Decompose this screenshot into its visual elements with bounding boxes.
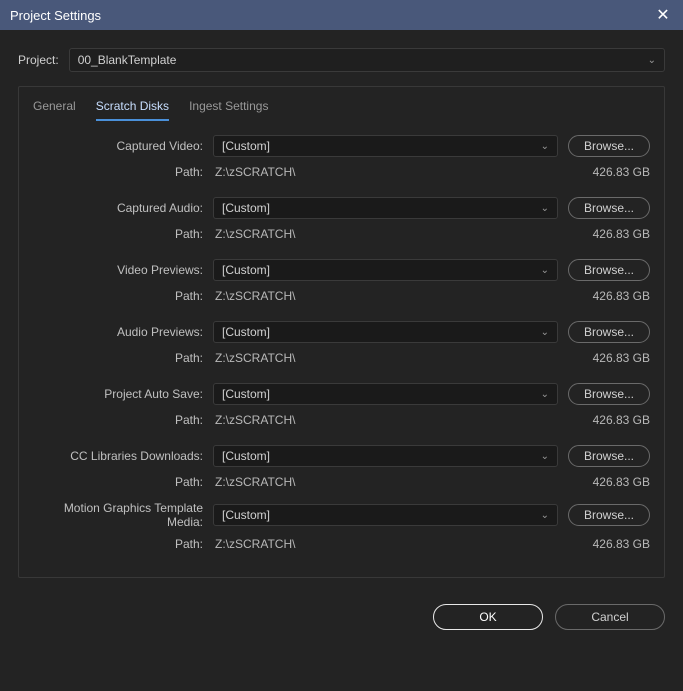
section-video-previews: Video Previews: [Custom] ⌄ Browse... Pat…: [33, 259, 650, 303]
section-cc-libraries: CC Libraries Downloads: [Custom] ⌄ Brows…: [33, 445, 650, 489]
audio-previews-value: [Custom]: [222, 325, 270, 339]
tab-scratch-disks[interactable]: Scratch Disks: [96, 95, 169, 121]
mogrt-value: [Custom]: [222, 508, 270, 522]
window-title: Project Settings: [10, 8, 101, 23]
captured-audio-label: Captured Audio:: [33, 201, 213, 215]
section-captured-video: Captured Video: [Custom] ⌄ Browse... Pat…: [33, 135, 650, 179]
footer: OK Cancel: [0, 590, 683, 644]
audio-previews-dropdown[interactable]: [Custom] ⌄: [213, 321, 558, 343]
audio-previews-path: Z:\zSCRATCH\: [213, 351, 558, 365]
auto-save-storage: 426.83 GB: [558, 413, 650, 427]
cc-libraries-storage: 426.83 GB: [558, 475, 650, 489]
mogrt-browse-button[interactable]: Browse...: [568, 504, 650, 526]
project-value: 00_BlankTemplate: [78, 53, 177, 67]
path-label: Path:: [33, 413, 213, 427]
path-label: Path:: [33, 289, 213, 303]
section-audio-previews: Audio Previews: [Custom] ⌄ Browse... Pat…: [33, 321, 650, 365]
captured-audio-path: Z:\zSCRATCH\: [213, 227, 558, 241]
section-mogrt: Motion Graphics Template Media: [Custom]…: [33, 501, 650, 551]
chevron-down-icon: ⌄: [541, 141, 549, 152]
project-row: Project: 00_BlankTemplate ⌄: [18, 48, 665, 72]
audio-previews-storage: 426.83 GB: [558, 351, 650, 365]
titlebar: Project Settings ✕: [0, 0, 683, 30]
audio-previews-label: Audio Previews:: [33, 325, 213, 339]
ok-button[interactable]: OK: [433, 604, 543, 630]
chevron-down-icon: ⌄: [541, 451, 549, 462]
captured-video-storage: 426.83 GB: [558, 165, 650, 179]
captured-video-dropdown[interactable]: [Custom] ⌄: [213, 135, 558, 157]
tab-ingest-settings[interactable]: Ingest Settings: [189, 95, 268, 121]
mogrt-dropdown[interactable]: [Custom] ⌄: [213, 504, 558, 526]
captured-video-label: Captured Video:: [33, 139, 213, 153]
content-area: Project: 00_BlankTemplate ⌄ General Scra…: [0, 30, 683, 590]
captured-audio-browse-button[interactable]: Browse...: [568, 197, 650, 219]
video-previews-dropdown[interactable]: [Custom] ⌄: [213, 259, 558, 281]
tabs: General Scratch Disks Ingest Settings: [33, 95, 650, 121]
captured-video-value: [Custom]: [222, 139, 270, 153]
cancel-button[interactable]: Cancel: [555, 604, 665, 630]
video-previews-path: Z:\zSCRATCH\: [213, 289, 558, 303]
project-label: Project:: [18, 53, 59, 67]
chevron-down-icon: ⌄: [541, 327, 549, 338]
captured-audio-value: [Custom]: [222, 201, 270, 215]
close-icon[interactable]: ✕: [653, 5, 673, 25]
mogrt-storage: 426.83 GB: [558, 537, 650, 551]
captured-audio-dropdown[interactable]: [Custom] ⌄: [213, 197, 558, 219]
path-label: Path:: [33, 351, 213, 365]
mogrt-label: Motion Graphics Template Media:: [33, 501, 213, 529]
video-previews-value: [Custom]: [222, 263, 270, 277]
captured-video-path: Z:\zSCRATCH\: [213, 165, 558, 179]
auto-save-dropdown[interactable]: [Custom] ⌄: [213, 383, 558, 405]
video-previews-browse-button[interactable]: Browse...: [568, 259, 650, 281]
section-captured-audio: Captured Audio: [Custom] ⌄ Browse... Pat…: [33, 197, 650, 241]
chevron-down-icon: ⌄: [648, 55, 656, 66]
auto-save-label: Project Auto Save:: [33, 387, 213, 401]
auto-save-browse-button[interactable]: Browse...: [568, 383, 650, 405]
chevron-down-icon: ⌄: [541, 389, 549, 400]
chevron-down-icon: ⌄: [541, 510, 549, 521]
project-dropdown[interactable]: 00_BlankTemplate ⌄: [69, 48, 665, 72]
chevron-down-icon: ⌄: [541, 203, 549, 214]
captured-audio-storage: 426.83 GB: [558, 227, 650, 241]
cc-libraries-label: CC Libraries Downloads:: [33, 449, 213, 463]
chevron-down-icon: ⌄: [541, 265, 549, 276]
path-label: Path:: [33, 227, 213, 241]
cc-libraries-path: Z:\zSCRATCH\: [213, 475, 558, 489]
cc-libraries-dropdown[interactable]: [Custom] ⌄: [213, 445, 558, 467]
auto-save-value: [Custom]: [222, 387, 270, 401]
captured-video-browse-button[interactable]: Browse...: [568, 135, 650, 157]
section-auto-save: Project Auto Save: [Custom] ⌄ Browse... …: [33, 383, 650, 427]
auto-save-path: Z:\zSCRATCH\: [213, 413, 558, 427]
video-previews-storage: 426.83 GB: [558, 289, 650, 303]
audio-previews-browse-button[interactable]: Browse...: [568, 321, 650, 343]
path-label: Path:: [33, 537, 213, 551]
video-previews-label: Video Previews:: [33, 263, 213, 277]
cc-libraries-value: [Custom]: [222, 449, 270, 463]
mogrt-path: Z:\zSCRATCH\: [213, 537, 558, 551]
settings-panel: General Scratch Disks Ingest Settings Ca…: [18, 86, 665, 578]
path-label: Path:: [33, 475, 213, 489]
tab-general[interactable]: General: [33, 95, 76, 121]
cc-libraries-browse-button[interactable]: Browse...: [568, 445, 650, 467]
path-label: Path:: [33, 165, 213, 179]
